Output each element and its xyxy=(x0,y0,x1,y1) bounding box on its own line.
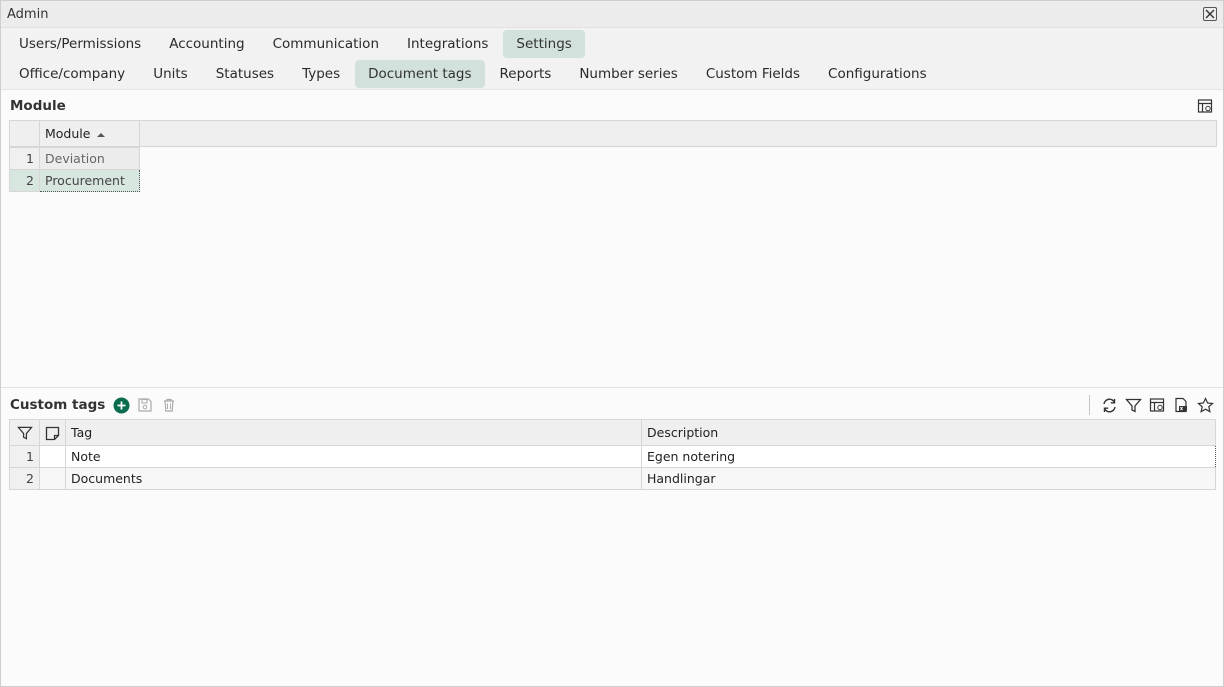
row-number-header xyxy=(9,120,40,147)
table-row[interactable]: 2 Documents Handlingar xyxy=(9,467,1216,490)
module-cell[interactable]: Deviation xyxy=(39,147,140,170)
custom-tags-grid-header: Tag Description xyxy=(9,419,1216,446)
tab-users-permissions[interactable]: Users/Permissions xyxy=(6,30,154,58)
row-number: 2 xyxy=(9,169,40,192)
excel-file-icon xyxy=(1175,397,1187,413)
note-column-header[interactable] xyxy=(39,419,66,446)
close-button[interactable] xyxy=(1203,7,1217,21)
tab-accounting[interactable]: Accounting xyxy=(156,30,257,58)
description-cell[interactable]: Egen notering xyxy=(641,445,1216,468)
tab-custom-fields[interactable]: Custom Fields xyxy=(693,60,813,88)
module-grid-header: Module xyxy=(9,120,1217,147)
module-column-label: Module xyxy=(45,126,91,141)
tab-reports[interactable]: Reports xyxy=(487,60,565,88)
table-row[interactable]: 1 Note Egen notering xyxy=(9,445,1216,468)
row-number: 1 xyxy=(9,147,40,170)
module-column-header[interactable]: Module xyxy=(39,120,140,147)
save-button[interactable] xyxy=(136,396,154,414)
tab-communication[interactable]: Communication xyxy=(260,30,392,58)
tab-units[interactable]: Units xyxy=(140,60,201,88)
module-cell[interactable]: Procurement xyxy=(39,169,140,192)
export-excel-button[interactable] xyxy=(1172,396,1190,414)
settings-subtabs: Office/company Units Statuses Types Docu… xyxy=(1,59,1223,90)
custom-tags-grid: Tag Description 1 Note Egen notering 2 D… xyxy=(9,419,1216,490)
close-icon xyxy=(1205,9,1215,19)
tab-types[interactable]: Types xyxy=(289,60,353,88)
row-number: 2 xyxy=(9,467,40,490)
add-tag-button[interactable] xyxy=(112,396,130,414)
favorite-button[interactable] xyxy=(1196,396,1214,414)
tab-statuses[interactable]: Statuses xyxy=(203,60,287,88)
custom-tags-section-title: Custom tags xyxy=(10,397,106,413)
admin-window: Admin Users/Permissions Accounting Commu… xyxy=(0,0,1224,687)
column-settings-icon xyxy=(1197,99,1213,113)
refresh-button[interactable] xyxy=(1100,396,1118,414)
note-cell[interactable] xyxy=(39,445,66,468)
note-cell[interactable] xyxy=(39,467,66,490)
module-section-header: Module xyxy=(1,91,1223,121)
module-filler-header xyxy=(139,120,1217,147)
star-icon xyxy=(1196,396,1214,413)
table-row[interactable]: 1 Deviation xyxy=(9,147,140,170)
tag-cell[interactable]: Documents xyxy=(65,467,642,490)
note-icon xyxy=(45,426,60,440)
filter-icon xyxy=(16,426,33,440)
filter-icon xyxy=(1124,398,1142,413)
table-row[interactable]: 2 Procurement xyxy=(9,169,140,192)
plus-circle-icon xyxy=(113,397,130,413)
tab-integrations[interactable]: Integrations xyxy=(394,30,501,58)
tab-office-company[interactable]: Office/company xyxy=(6,60,138,88)
module-grid-rows: 1 Deviation 2 Procurement xyxy=(9,147,140,192)
delete-button[interactable] xyxy=(160,396,178,414)
sort-ascending-icon xyxy=(97,133,106,137)
titlebar: Admin xyxy=(1,1,1223,28)
filter-button[interactable] xyxy=(1124,396,1142,414)
module-section-title: Module xyxy=(10,98,66,114)
column-settings-button[interactable] xyxy=(1196,97,1214,115)
description-cell[interactable]: Handlingar xyxy=(641,467,1216,490)
section-separator xyxy=(1,387,1223,388)
description-column-header[interactable]: Description xyxy=(641,419,1216,446)
column-settings-button[interactable] xyxy=(1148,396,1166,414)
tab-document-tags[interactable]: Document tags xyxy=(355,60,485,88)
column-settings-icon xyxy=(1149,398,1165,412)
save-icon xyxy=(138,398,152,412)
tab-settings[interactable]: Settings xyxy=(503,29,585,58)
tag-cell[interactable]: Note xyxy=(65,445,642,468)
tab-configurations[interactable]: Configurations xyxy=(815,60,940,88)
refresh-icon xyxy=(1102,398,1116,412)
custom-tags-section-header: Custom tags xyxy=(1,390,1223,420)
tag-column-header[interactable]: Tag xyxy=(65,419,642,446)
toolbar-divider xyxy=(1089,395,1090,415)
window-title: Admin xyxy=(7,6,49,22)
filter-column-header[interactable] xyxy=(9,419,40,446)
tab-number-series[interactable]: Number series xyxy=(566,60,691,88)
row-number: 1 xyxy=(9,445,40,468)
module-grid: Module xyxy=(9,120,1217,147)
trash-icon xyxy=(164,398,175,412)
main-tabs: Users/Permissions Accounting Communicati… xyxy=(1,28,1223,59)
